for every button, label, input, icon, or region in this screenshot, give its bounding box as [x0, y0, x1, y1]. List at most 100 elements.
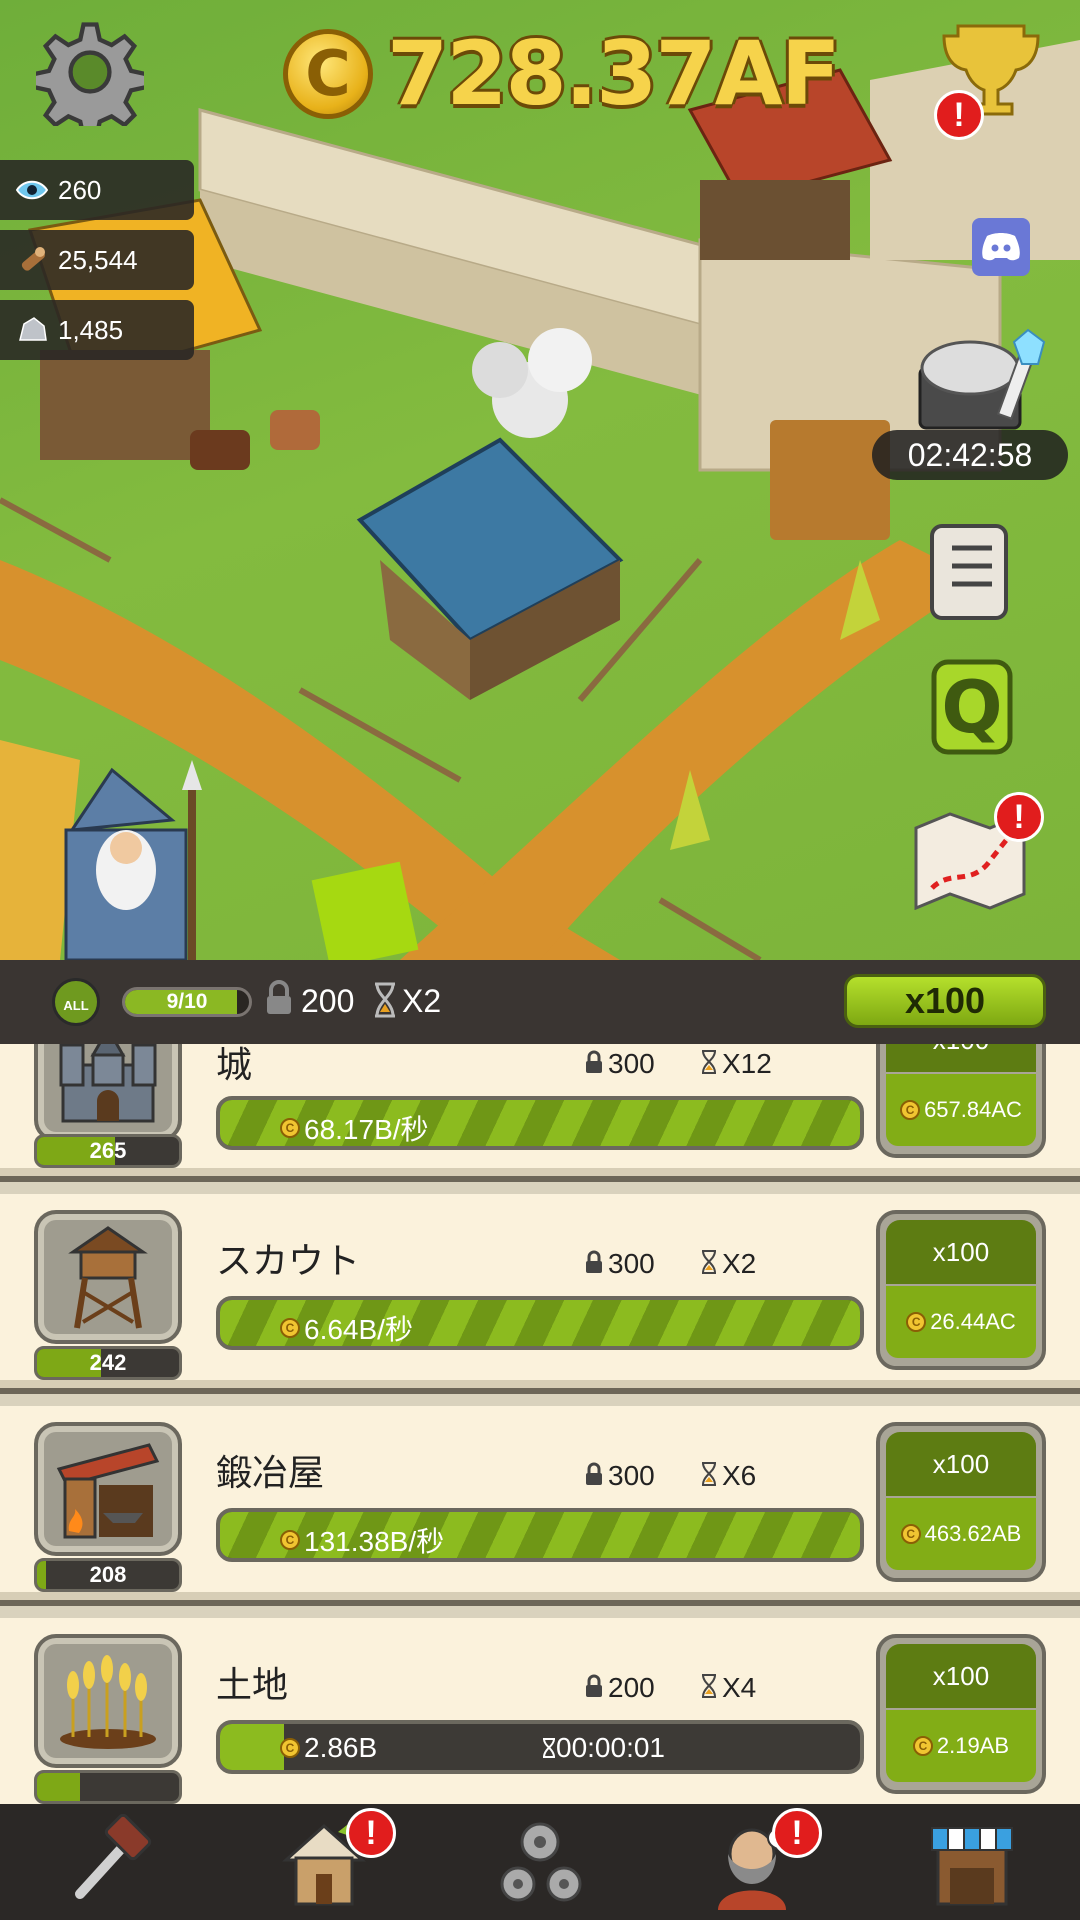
discord-icon [982, 233, 1020, 261]
lock-icon [586, 1462, 602, 1485]
building-name: スカウト [216, 1241, 361, 1282]
currency-value: 728.37AF [387, 22, 841, 125]
coin-icon: C [900, 1100, 921, 1120]
production-progress: C 131.38B/秒 [216, 1508, 864, 1562]
rate-value: 131.38B/秒 [304, 1526, 445, 1557]
buy-button[interactable]: x100 C657.84AC [876, 1044, 1046, 1158]
castle-thumbnail[interactable] [34, 1044, 182, 1142]
hourglass-icon [543, 1738, 555, 1758]
land-thumbnail[interactable] [34, 1634, 182, 1768]
nav-build[interactable] [0, 1804, 216, 1920]
nav-shop[interactable] [864, 1804, 1080, 1920]
hourglass-icon [375, 982, 395, 1018]
lock-icon [267, 980, 291, 1014]
map-alert-badge: ! [994, 792, 1044, 842]
bulk-buy-toggle[interactable]: x100 [844, 974, 1046, 1028]
nav-house-upgrade[interactable]: ! [216, 1804, 432, 1920]
wizard-advisor-icon[interactable] [52, 760, 222, 960]
hourglass-icon [702, 1462, 716, 1486]
rate-value: 2.86B [304, 1732, 378, 1763]
buy-cost: C 26.44AC [886, 1286, 1036, 1358]
coin-icon: C [280, 1738, 300, 1758]
buy-button[interactable]: x100 C 2.19AB [876, 1634, 1046, 1794]
shop-stall-icon [931, 1827, 1013, 1906]
trophy-alert-badge: ! [934, 90, 984, 140]
all-label: ALL [63, 998, 89, 1013]
list-item: 265 城 300 X12 C68.17B/秒 x100 C657.84AC [0, 1044, 1080, 1182]
chest-timer: 02:42:58 [872, 430, 1068, 480]
level-fill [37, 1773, 80, 1801]
lock-value: 200 [301, 983, 355, 1019]
level-indicator [34, 1770, 182, 1804]
building-name: 鍛冶屋 [216, 1453, 325, 1494]
resource-viewers[interactable]: 260 [0, 160, 194, 220]
rate-value: 6.64B/秒 [304, 1314, 413, 1345]
blacksmith-thumbnail[interactable] [34, 1422, 182, 1556]
resource-stone[interactable]: 1,485 [0, 300, 194, 360]
level-value: 242 [89, 1350, 127, 1375]
speed-multiplier: X2 [722, 1248, 757, 1279]
production-rate: C 131.38B/秒 [280, 1520, 445, 1558]
speed-multiplier: X4 [722, 1672, 757, 1703]
buy-cost: C 2.19AB [886, 1710, 1036, 1782]
hourglass-icon [702, 1674, 716, 1698]
building-count: 9/10 [122, 987, 252, 1017]
wood-count: 25,544 [58, 244, 138, 275]
hourglass-icon [702, 1250, 716, 1274]
anvil-forge-icon [56, 1443, 160, 1539]
coin-icon: C [283, 28, 373, 119]
lock-icon [586, 1674, 602, 1697]
nav-advisor[interactable]: ! [648, 1804, 864, 1920]
discord-button[interactable] [972, 218, 1030, 276]
cost-value: 463.62AB [924, 1521, 1022, 1546]
level-value: 265 [89, 1138, 127, 1163]
settings-gear-icon[interactable] [36, 18, 144, 126]
level-indicator: 242 [34, 1346, 182, 1380]
buy-quantity: x100 [886, 1220, 1036, 1284]
scroll-icon [930, 524, 1008, 620]
coin-icon: C [280, 1118, 300, 1138]
buy-quantity: x100 [886, 1644, 1036, 1708]
list-item: 土地 200 X4 C 2.86B 00:00:01 x100 C 2.19AB [0, 1618, 1080, 1804]
wheat-field-icon [60, 1655, 156, 1749]
advisor-alert-badge: ! [772, 1808, 822, 1858]
production-rate: C 6.64B/秒 [280, 1308, 413, 1346]
quest-q-button[interactable]: Q [930, 656, 1014, 764]
unlock-threshold: 300 [608, 1460, 655, 1491]
buy-cost: C 657.84AC [886, 1074, 1036, 1146]
buy-button[interactable]: x100 C 463.62AB [876, 1422, 1046, 1582]
rate-value: 68.17B/秒 [304, 1114, 429, 1145]
level-indicator: 208 [34, 1558, 182, 1592]
treasure-chest-button[interactable] [910, 328, 1050, 438]
unlock-threshold: 200 [608, 1672, 655, 1703]
lock-icon [586, 1050, 602, 1073]
stone-icon [16, 314, 48, 346]
game-scene[interactable]: C 728.37AF 260 25,544 1,485 ! 02:42:58 Q… [0, 0, 1080, 960]
cost-value: 2.19AB [936, 1733, 1010, 1758]
lock-icon [586, 1250, 602, 1273]
scout-thumbnail[interactable] [34, 1210, 182, 1344]
level-value: 208 [89, 1562, 127, 1587]
currency-display: C 728.37AF [283, 22, 841, 125]
watchtower-icon [68, 1226, 148, 1329]
coin-icon: C [906, 1312, 927, 1332]
q-icon: Q [931, 659, 1013, 755]
production-rate: C 68.17B/秒 [280, 1108, 429, 1146]
quest-scroll-button[interactable] [918, 518, 1020, 626]
list-item: 242 スカウト 300 X2 C 6.64B/秒 x100 C 26.44AC [0, 1194, 1080, 1394]
resource-wood[interactable]: 25,544 [0, 230, 194, 290]
production-rate: C 2.86B [280, 1732, 377, 1764]
production-timer: 00:00:01 [542, 1732, 665, 1764]
nav-gears[interactable] [432, 1804, 648, 1920]
buy-button[interactable]: x100 C 26.44AC [876, 1210, 1046, 1370]
buy-quantity: x100 [886, 1432, 1036, 1496]
buy-cost: C 463.62AB [886, 1498, 1036, 1570]
gears-icon [500, 1822, 582, 1902]
coin-icon: C [912, 1736, 933, 1756]
building-list[interactable]: 265 城 300 X12 C68.17B/秒 x100 C657.84AC [0, 1044, 1080, 1804]
castle-icon [59, 1044, 157, 1123]
count-text: 9/10 [166, 990, 208, 1013]
filter-all-button[interactable]: ALL [52, 978, 100, 1026]
coin-icon: C [280, 1318, 300, 1338]
bottom-navigation: ! ! [0, 1804, 1080, 1920]
